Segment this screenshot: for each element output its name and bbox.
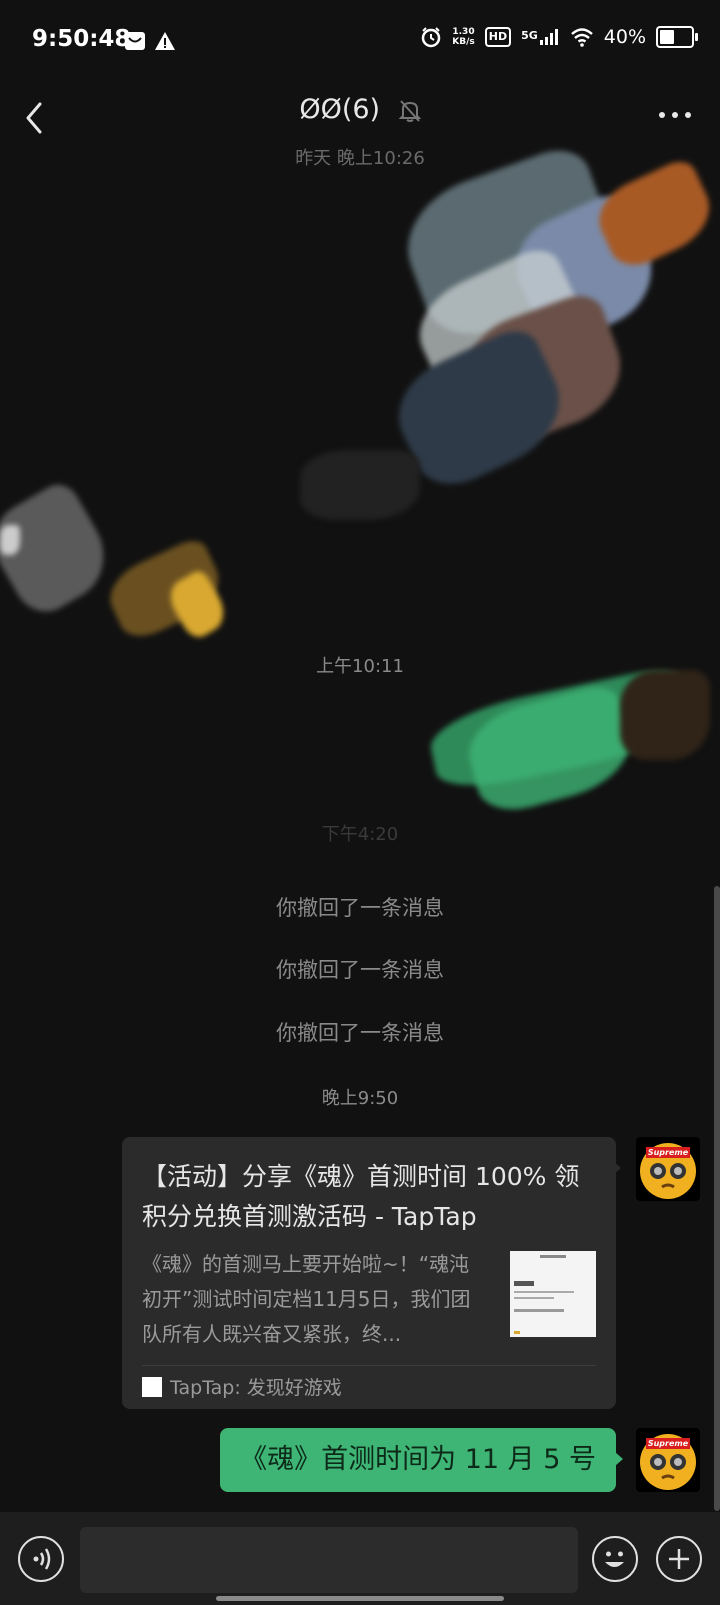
status-bar: 9:50:48 1.30 KB/s HD 5G 40% [0, 0, 720, 84]
link-card-description: 《魂》的首测马上要开始啦~！“魂沌初开”测试时间定档11月5日，我们团队所有人既… [142, 1252, 471, 1346]
source-icon [142, 1376, 162, 1397]
mail-notification-icon [125, 32, 145, 50]
recall-notice: 你撤回了一条消息 [276, 1021, 444, 1045]
chat-title: ØØ(6) [0, 94, 720, 125]
voice-icon [33, 1548, 51, 1570]
recall-notice: 你撤回了一条消息 [276, 958, 444, 982]
status-time: 9:50:48 [32, 26, 131, 52]
home-indicator[interactable] [216, 1596, 504, 1601]
more-icon[interactable] [658, 110, 692, 120]
warning-icon [155, 32, 175, 50]
wifi-icon [570, 28, 593, 47]
plus-icon [669, 1549, 689, 1569]
status-right: 1.30 KB/s HD 5G 40% [420, 26, 698, 48]
message-input[interactable] [80, 1527, 578, 1593]
bell-off-icon [398, 99, 422, 122]
link-card-message[interactable]: 【活动】分享《魂》首测时间 100% 领积分兑换首测激活码 - TapTap 《… [122, 1137, 621, 1409]
signal-icon [539, 29, 558, 45]
avatar[interactable]: Supreme [636, 1137, 700, 1201]
signal-indicator: 5G [521, 29, 560, 45]
alarm-icon [422, 27, 441, 48]
battery-icon [656, 26, 698, 48]
emoji-button[interactable] [592, 1536, 638, 1582]
voice-button[interactable] [18, 1536, 64, 1582]
net-speed: 1.30 KB/s [452, 27, 475, 47]
battery-percent: 40% [603, 26, 646, 48]
plus-button[interactable] [656, 1536, 702, 1582]
link-card-divider [142, 1365, 596, 1366]
avatar-badge: Supreme [647, 1439, 689, 1448]
emoji-icon [605, 1551, 624, 1567]
sent-text-message[interactable]: 《魂》首测时间为 11 月 5 号 [220, 1428, 623, 1492]
link-card-thumbnail [510, 1251, 596, 1337]
recall-notice: 你撤回了一条消息 [276, 896, 444, 920]
timestamp: 上午10:11 [316, 656, 404, 677]
link-card-title: 【活动】分享《魂》首测时间 100% 领积分兑换首测激活码 - TapTap [142, 1162, 580, 1231]
avatar[interactable]: Supreme [636, 1428, 700, 1492]
timestamp: 晚上9:50 [321, 1088, 399, 1109]
scrollbar[interactable] [714, 886, 720, 1511]
link-card-source: TapTap: 发现好游戏 [142, 1373, 342, 1400]
input-bar [0, 1512, 720, 1605]
hd-badge: HD [484, 27, 512, 47]
timestamp: 下午4:20 [321, 824, 399, 845]
avatar-badge: Supreme [647, 1148, 689, 1157]
timestamp: 昨天 晚上10:26 [295, 148, 425, 169]
